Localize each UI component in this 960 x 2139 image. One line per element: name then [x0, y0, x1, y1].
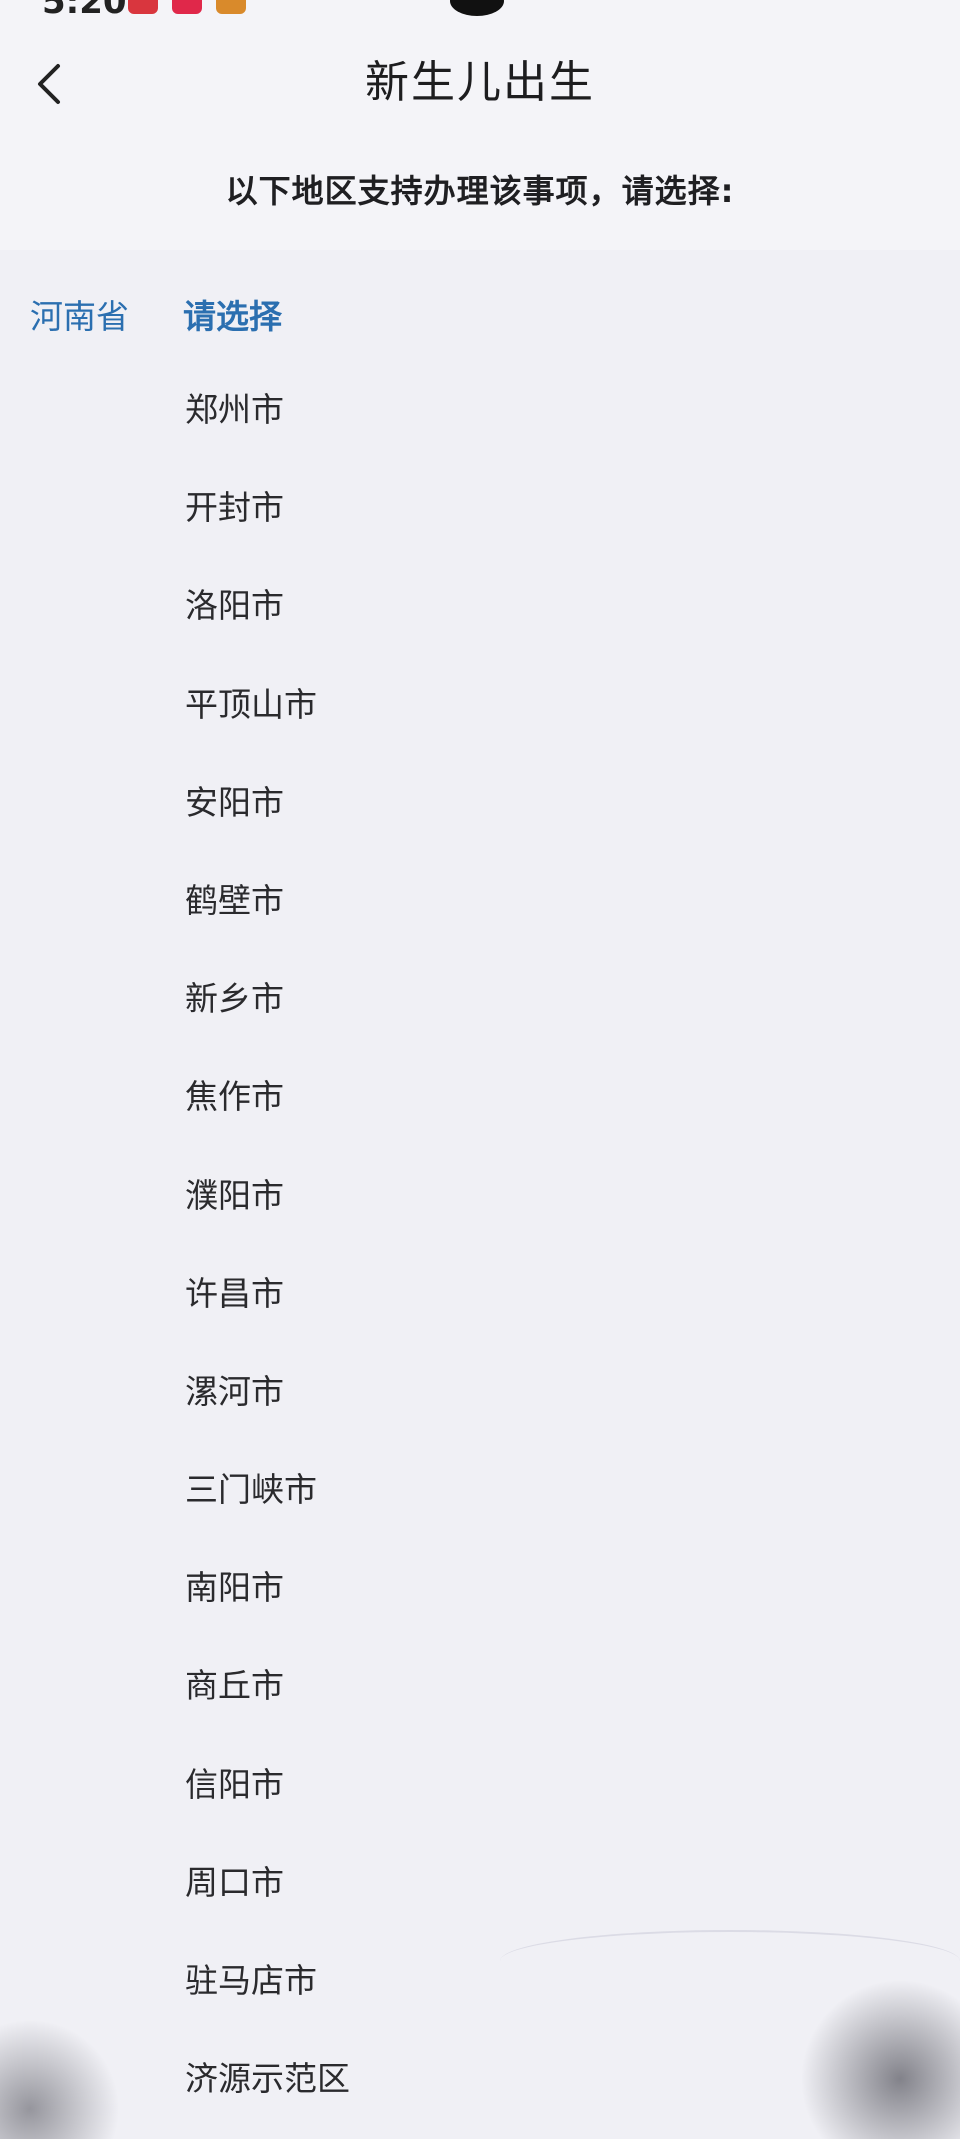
page-subtitle: 以下地区支持办理该事项，请选择: [225, 172, 735, 210]
status-time: 5:20 [42, 0, 127, 22]
city-item[interactable]: 洛阳市 [185, 586, 350, 684]
camera-notch [450, 0, 504, 16]
status-app-icon-2 [172, 0, 202, 14]
city-item[interactable]: 南阳市 [185, 1568, 350, 1666]
city-item[interactable]: 鹤壁市 [185, 881, 350, 979]
city-item[interactable]: 许昌市 [185, 1274, 350, 1372]
province-tab[interactable]: 河南省 [30, 290, 129, 338]
status-app-icon-3 [216, 0, 246, 14]
phone-screen: 5:20 新生儿出生 以下地区支持办理该事项，请选择: 河南省 请选择 郑州市 … [0, 0, 960, 2139]
city-tab-prompt[interactable]: 请选择 [183, 290, 282, 338]
city-item[interactable]: 安阳市 [185, 783, 350, 881]
city-item[interactable]: 濮阳市 [185, 1176, 350, 1274]
city-item[interactable]: 漯河市 [185, 1372, 350, 1470]
city-item[interactable]: 平顶山市 [185, 685, 350, 783]
city-list: 郑州市 开封市 洛阳市 平顶山市 安阳市 鹤壁市 新乡市 焦作市 濮阳市 许昌市… [185, 390, 350, 2139]
app-header: 5:20 新生儿出生 以下地区支持办理该事项，请选择: [0, 0, 960, 250]
city-item[interactable]: 新乡市 [185, 979, 350, 1077]
city-item[interactable]: 开封市 [185, 488, 350, 586]
page-title: 新生儿出生 [365, 57, 595, 108]
city-item[interactable]: 驻马店市 [185, 1961, 350, 2059]
city-item[interactable]: 商丘市 [185, 1666, 350, 1764]
status-bar: 5:20 [0, 0, 960, 22]
status-app-icon-1 [128, 0, 158, 14]
city-item[interactable]: 信阳市 [185, 1765, 350, 1863]
city-item[interactable]: 周口市 [185, 1863, 350, 1961]
city-item[interactable]: 三门峡市 [185, 1470, 350, 1568]
city-item[interactable]: 郑州市 [185, 390, 350, 488]
city-item[interactable]: 济源示范区 [185, 2059, 350, 2139]
city-item[interactable]: 焦作市 [185, 1077, 350, 1175]
region-picker: 河南省 请选择 郑州市 开封市 洛阳市 平顶山市 安阳市 鹤壁市 新乡市 焦作市… [0, 250, 960, 2139]
